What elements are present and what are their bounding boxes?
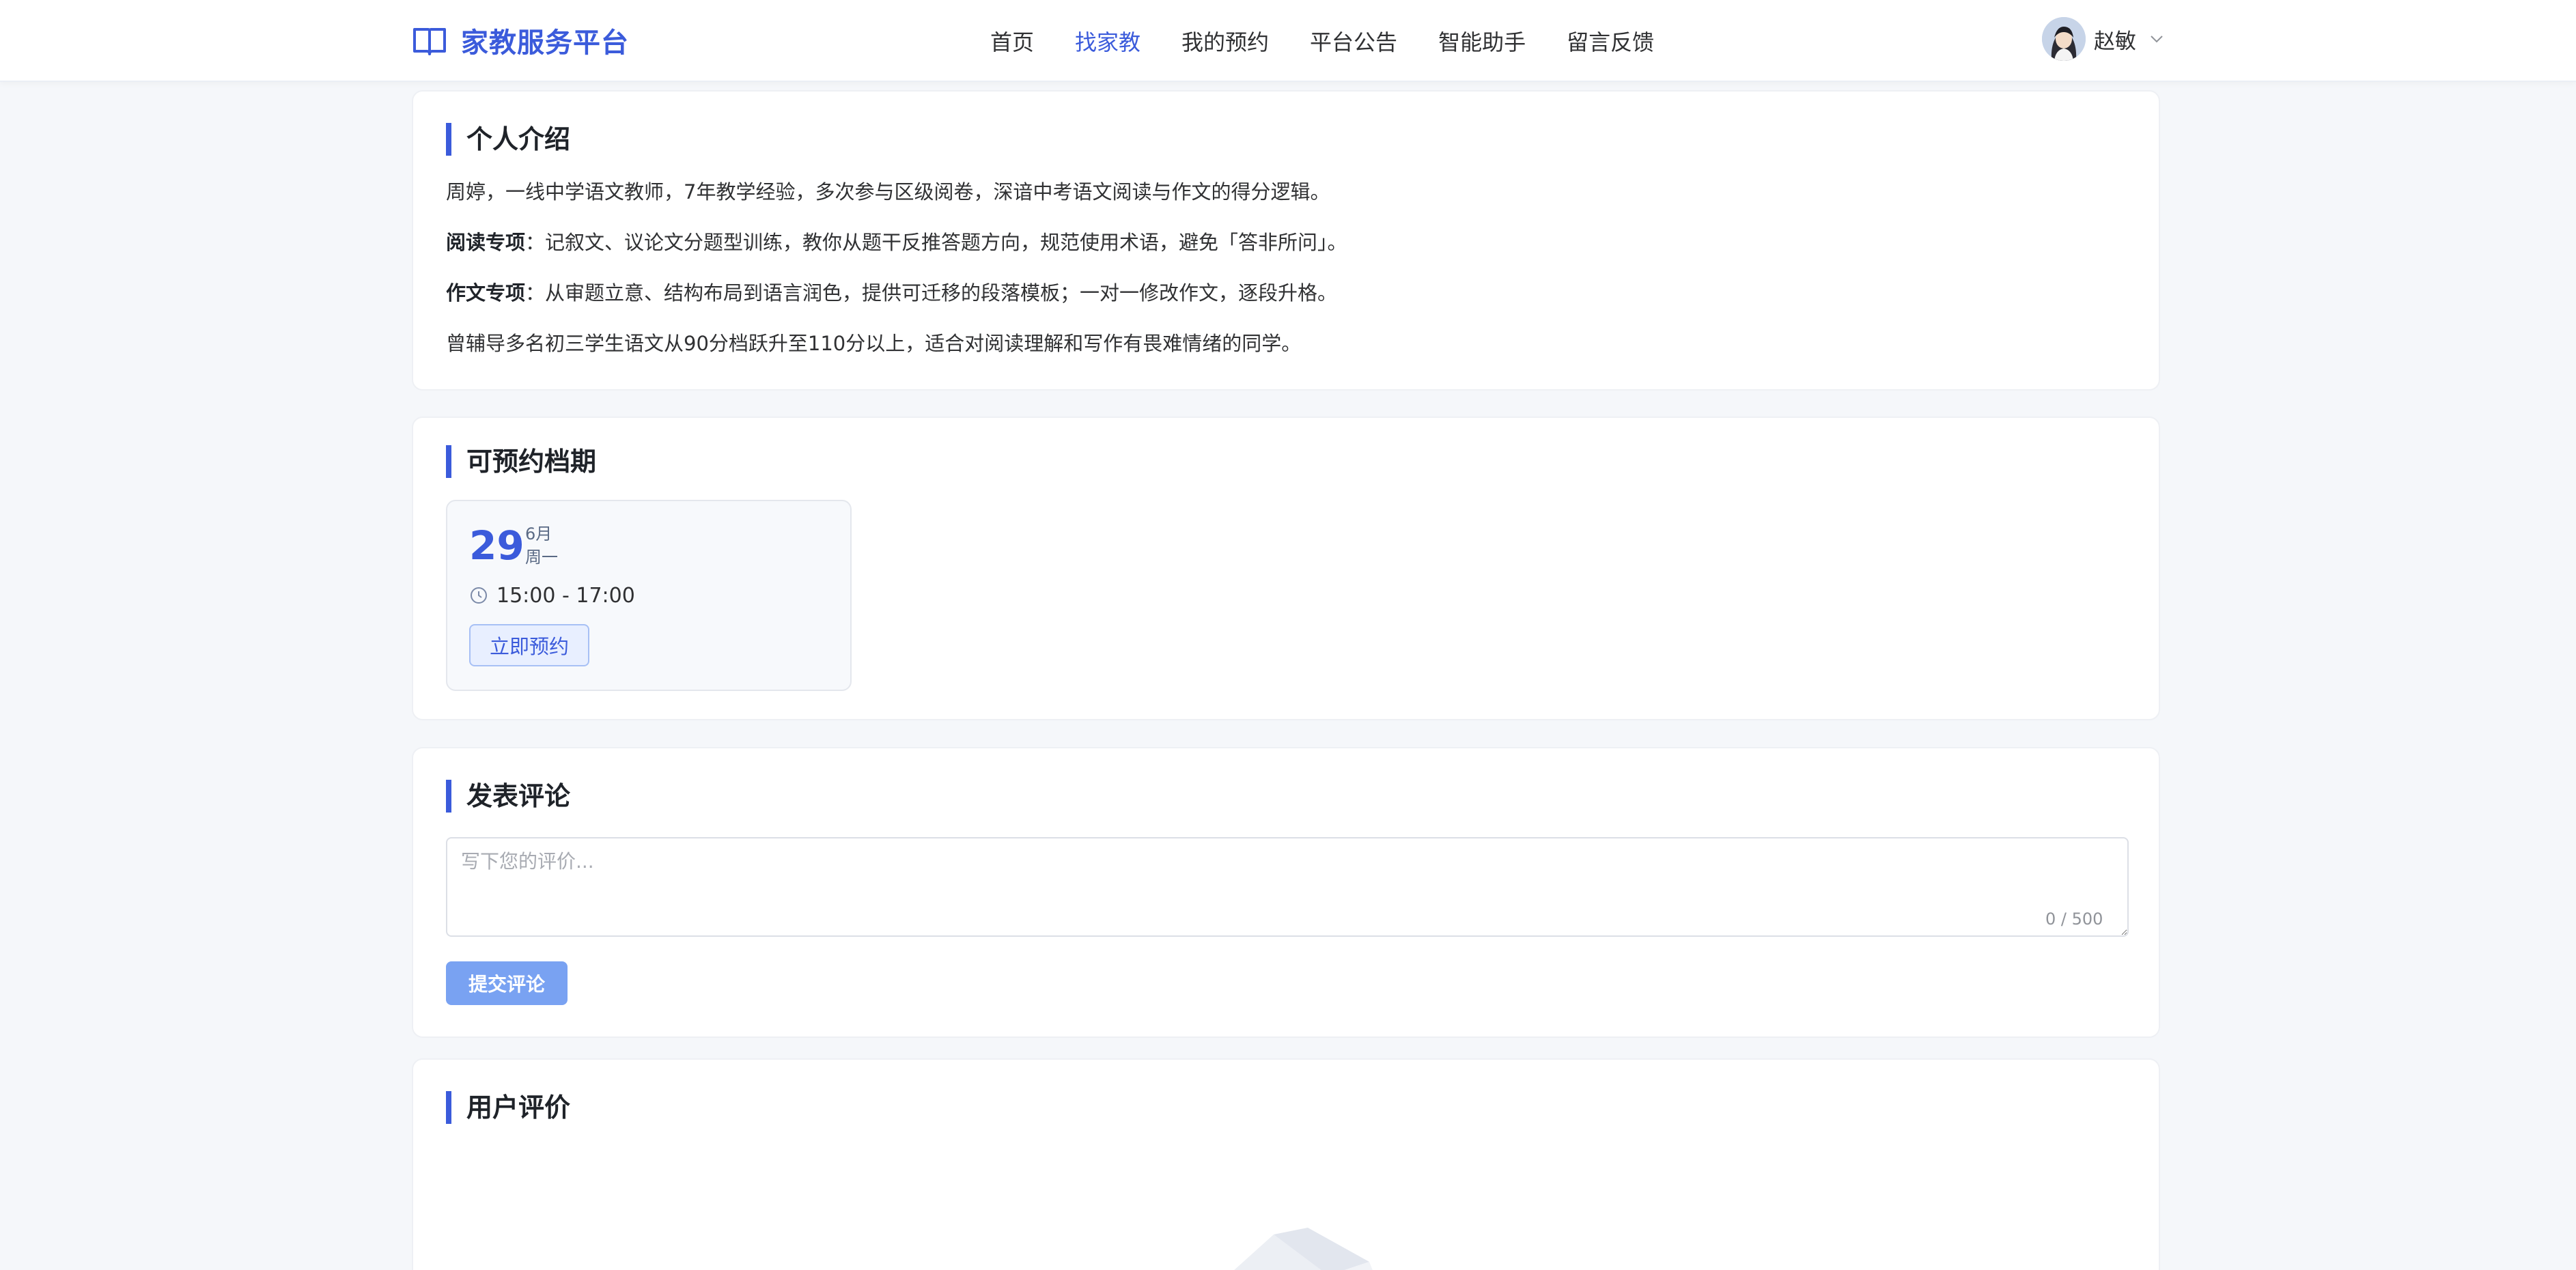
schedule-title: 可预约档期 [446, 445, 596, 478]
user-name: 赵敏 [2094, 29, 2136, 54]
writing-label: 作文专项 [446, 281, 526, 305]
nav-item-find-tutor[interactable]: 找家教 [1075, 25, 1140, 57]
clock-icon [471, 587, 487, 604]
page: 家教服务平台 首页 找家教 我的预约 平台公告 智能助手 留言反馈 赵敏 个人介… [0, 0, 2576, 1270]
slot-month: 6月 [525, 524, 552, 544]
reviews-card: 用户评价 [412, 1058, 2160, 1270]
slot-weekday: 周一 [525, 548, 558, 567]
brand-logo[interactable]: 家教服务平台 [412, 18, 629, 62]
top-navbar: 家教服务平台 首页 找家教 我的预约 平台公告 智能助手 留言反馈 赵敏 [0, 0, 2576, 82]
slot-day: 29 [469, 522, 524, 569]
user-menu[interactable]: 赵敏 [2042, 16, 2165, 61]
intro-line-4: 曾辅导多名初三学生语文从90分档跃升至110分以上，适合对阅读理解和写作有畏难情… [446, 332, 1302, 355]
slot-time: 15:00 - 17:00 [469, 582, 635, 609]
char-counter: 0 / 500 [2045, 909, 2103, 929]
chevron-down-icon[interactable] [2148, 31, 2165, 47]
nav-item-announcements[interactable]: 平台公告 [1310, 25, 1397, 57]
nav-item-home[interactable]: 首页 [990, 25, 1034, 57]
schedule-slot: 29 6月 周一 15:00 - 17:00 立即预约 [446, 500, 852, 691]
avatar-image [2042, 17, 2086, 61]
book-icon [413, 28, 446, 55]
intro-title: 个人介绍 [446, 123, 570, 156]
reviews-title: 用户评价 [446, 1091, 570, 1124]
intro-line-writing: 作文专项：从审题立意、结构布局到语言润色，提供可迁移的段落模板；一对一修改作文，… [446, 277, 1337, 306]
intro-line-1: 周婷，一线中学语文教师，7年教学经验，多次参与区级阅卷，深谙中考语文阅读与作文的… [446, 180, 1330, 203]
empty-state-illustration [1234, 1228, 1373, 1270]
nav-item-my-bookings[interactable]: 我的预约 [1181, 25, 1269, 57]
comment-card: 发表评论 0 / 500 提交评论 [412, 747, 2160, 1038]
nav-item-assistant[interactable]: 智能助手 [1438, 25, 1526, 57]
intro-card: 个人介绍 周婷，一线中学语文教师，7年教学经验，多次参与区级阅卷，深谙中考语文阅… [412, 90, 2160, 391]
writing-text: ：从审题立意、结构布局到语言润色，提供可迁移的段落模板；一对一修改作文，逐段升格… [525, 281, 1338, 305]
nav-item-feedback[interactable]: 留言反馈 [1567, 25, 1654, 57]
brand-name: 家教服务平台 [461, 27, 629, 59]
avatar[interactable] [2042, 17, 2086, 61]
main-nav: 首页 找家教 我的预约 平台公告 智能助手 留言反馈 [990, 20, 1695, 61]
book-now-button[interactable]: 立即预约 [469, 624, 589, 666]
comment-input[interactable] [446, 837, 2129, 937]
submit-comment-button[interactable]: 提交评论 [446, 961, 568, 1005]
comment-title: 发表评论 [446, 780, 570, 813]
schedule-card: 可预约档期 29 6月 周一 15:00 - 17:00 立即预约 [412, 417, 2160, 720]
slot-time-text: 15:00 - 17:00 [496, 583, 635, 608]
reading-text: ：记叙文、议论文分题型训练，教你从题干反推答题方向，规范使用术语，避免「答非所问… [525, 231, 1347, 254]
intro-line-reading: 阅读专项：记叙文、议论文分题型训练，教你从题干反推答题方向，规范使用术语，避免「… [446, 227, 1347, 255]
reading-label: 阅读专项 [446, 231, 526, 254]
